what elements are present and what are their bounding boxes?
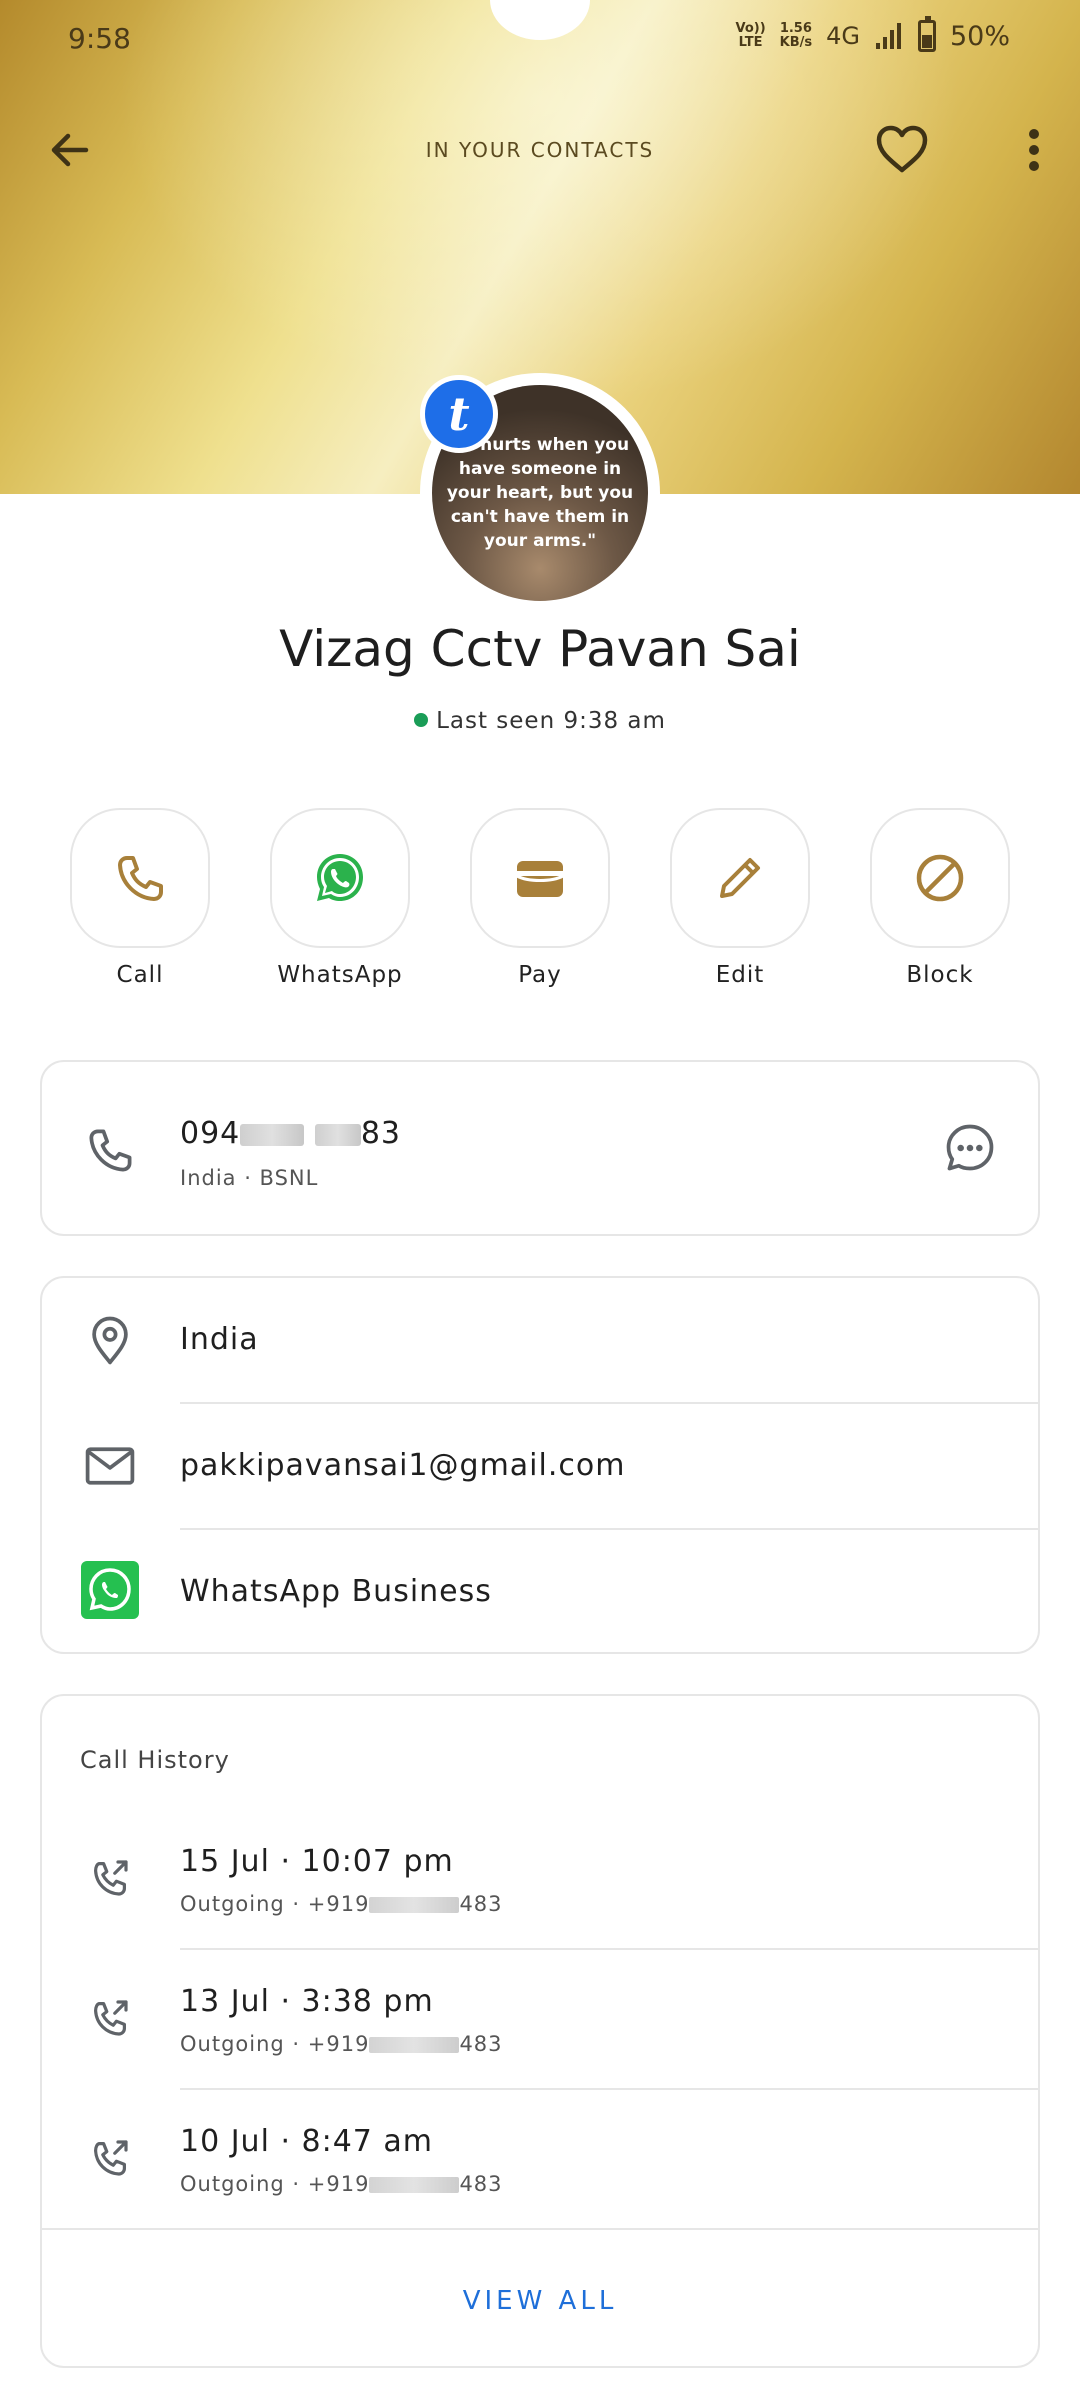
- pay-label: Pay: [518, 962, 562, 988]
- favorite-button[interactable]: [872, 120, 932, 180]
- battery-icon: [917, 16, 936, 52]
- whatsapp-label: WhatsApp: [277, 962, 403, 988]
- location-text[interactable]: India: [180, 1322, 259, 1357]
- phone-carrier: India · BSNL: [180, 1166, 319, 1190]
- more-vertical-icon: [1029, 129, 1039, 171]
- whatsapp-button[interactable]: [270, 808, 410, 948]
- phone-icon: [89, 1129, 132, 1172]
- pencil-icon: [720, 858, 760, 898]
- block-action[interactable]: Block: [870, 808, 1010, 988]
- block-button[interactable]: [870, 808, 1010, 948]
- outgoing-call-icon: [94, 2000, 128, 2036]
- message-button[interactable]: [940, 1118, 1000, 1178]
- network-type: 4G: [826, 22, 860, 50]
- mail-icon: [85, 1447, 135, 1485]
- call-datetime: 10 Jul · 8:47 am: [180, 2124, 434, 2159]
- divider: [180, 1402, 1038, 1404]
- call-detail: Outgoing · +919 483: [180, 2032, 503, 2056]
- phone-number[interactable]: 094 83: [180, 1116, 401, 1151]
- message-icon: [946, 1124, 994, 1171]
- pay-action[interactable]: Pay: [470, 808, 610, 988]
- last-seen-text: Last seen 9:38 am: [436, 708, 666, 734]
- block-label: Block: [906, 962, 974, 988]
- redacted-digits: [369, 2037, 460, 2053]
- data-speed: 1.56 KB/s: [779, 21, 813, 50]
- contact-name: Vizag Cctv Pavan Sai: [279, 620, 801, 678]
- top-app-bar: IN YOUR CONTACTS: [0, 110, 1080, 190]
- whatsapp-business-text[interactable]: WhatsApp Business: [180, 1574, 492, 1609]
- phone-icon: [118, 856, 163, 901]
- redacted-digits: [314, 1123, 361, 1146]
- pay-button[interactable]: [470, 808, 610, 948]
- outgoing-call-icon-wrap: [80, 1848, 140, 1908]
- volte-indicator: Vo)) LTE: [735, 21, 766, 50]
- phone-row-icon-wrap: [80, 1120, 140, 1180]
- email-text[interactable]: pakkipavansai1@gmail.com: [180, 1448, 625, 1483]
- call-button[interactable]: [70, 808, 210, 948]
- whatsapp-icon: [317, 854, 363, 901]
- call-label: Call: [116, 962, 164, 988]
- call-detail: Outgoing · +919 483: [180, 2172, 503, 2196]
- location-icon-wrap: [80, 1310, 140, 1370]
- phone-card[interactable]: 094 83 India · BSNL: [40, 1060, 1040, 1236]
- outgoing-call-icon: [94, 2140, 128, 2176]
- location-pin-icon: [92, 1316, 128, 1365]
- last-seen-status: Last seen 9:38 am: [0, 708, 1080, 734]
- outgoing-call-icon-wrap: [80, 1988, 140, 2048]
- divider: [180, 2088, 1038, 2090]
- call-datetime: 13 Jul · 3:38 pm: [180, 1984, 434, 2019]
- redacted-digits: [369, 2177, 460, 2193]
- whatsapp-business-icon: [81, 1561, 139, 1619]
- call-history-title: Call History: [80, 1746, 230, 1774]
- divider: [180, 1528, 1038, 1530]
- more-options-button[interactable]: [1004, 120, 1064, 180]
- call-history-card: Call History 15 Jul · 10:07 pm Outgoing …: [40, 1694, 1040, 2368]
- redacted-digits: [369, 1897, 460, 1913]
- edit-action[interactable]: Edit: [670, 808, 810, 988]
- online-dot-icon: [414, 713, 429, 727]
- outgoing-call-icon-wrap: [80, 2128, 140, 2188]
- whatsapp-business-icon-wrap: [80, 1560, 140, 1620]
- wallet-icon: [516, 861, 564, 897]
- call-action[interactable]: Call: [70, 808, 210, 988]
- heart-icon: [876, 125, 928, 173]
- edit-label: Edit: [715, 962, 765, 988]
- divider: [42, 2228, 1038, 2230]
- battery-percent: 50%: [949, 20, 1010, 52]
- truecaller-badge-icon: t: [420, 375, 498, 453]
- divider: [180, 1948, 1038, 1950]
- outgoing-call-icon: [94, 1860, 128, 1896]
- call-datetime: 15 Jul · 10:07 pm: [180, 1844, 454, 1879]
- view-all-button[interactable]: VIEW ALL: [42, 2286, 1038, 2316]
- email-icon-wrap: [80, 1436, 140, 1496]
- status-indicators: Vo)) LTE 1.56 KB/s 4G 50%: [735, 16, 1010, 52]
- redacted-digits: [240, 1123, 305, 1146]
- block-icon: [916, 854, 964, 902]
- edit-button[interactable]: [670, 808, 810, 948]
- status-time: 9:58: [68, 22, 131, 55]
- call-detail: Outgoing · +919 483: [180, 1892, 503, 1916]
- signal-icon: [875, 23, 901, 49]
- details-card: India pakkipavansai1@gmail.com WhatsApp …: [40, 1276, 1040, 1654]
- whatsapp-action[interactable]: WhatsApp: [270, 808, 410, 988]
